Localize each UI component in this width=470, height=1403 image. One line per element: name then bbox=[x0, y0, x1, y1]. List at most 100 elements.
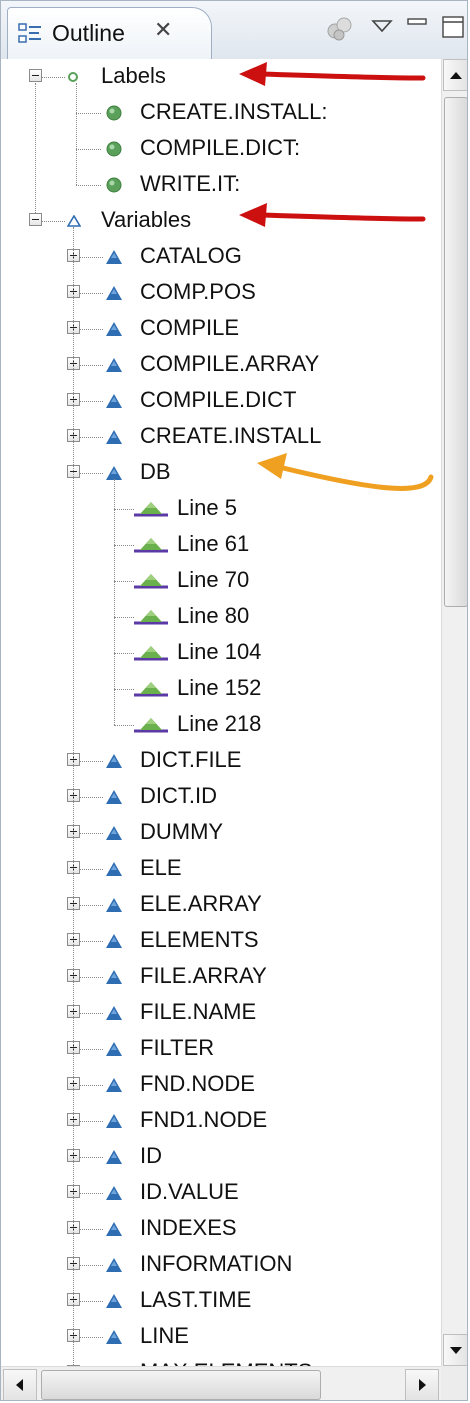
scroll-down-button[interactable] bbox=[443, 1334, 467, 1366]
tree-connector bbox=[80, 905, 103, 906]
minimize-icon[interactable] bbox=[405, 13, 431, 43]
tree-node-variable[interactable]: INDEXES bbox=[1, 1211, 441, 1247]
node-label: ELEMENTS bbox=[140, 927, 259, 952]
tree-node-variable[interactable]: ID bbox=[1, 1139, 441, 1175]
group-label: Variables bbox=[101, 207, 192, 232]
label-node-icon bbox=[106, 141, 122, 157]
node-label: CREATE.INSTALL bbox=[140, 423, 322, 448]
variable-node-icon bbox=[106, 250, 122, 264]
tree-node-variable[interactable]: DICT.ID bbox=[1, 779, 441, 815]
view-tab-bar: Outline ✕ bbox=[1, 1, 467, 60]
tree-node-variable[interactable]: FILE.ARRAY bbox=[1, 959, 441, 995]
variable-node-icon bbox=[106, 1114, 122, 1128]
tree-connector bbox=[114, 545, 134, 546]
label-node-icon bbox=[106, 177, 122, 193]
node-label: ID.VALUE bbox=[140, 1179, 239, 1204]
tree-node-variable[interactable]: LAST.TIME bbox=[1, 1283, 441, 1319]
tree-node-variable[interactable]: ELE bbox=[1, 851, 441, 887]
tab-title: Outline bbox=[52, 20, 125, 46]
tree-connector bbox=[80, 401, 103, 402]
variable-group-icon bbox=[67, 215, 81, 227]
tree-connector bbox=[80, 761, 103, 762]
tree-node-variable[interactable]: MAX.ELEMENTS bbox=[1, 1355, 441, 1366]
node-label: COMPILE.ARRAY bbox=[140, 351, 320, 376]
node-label: MAX.ELEMENTS bbox=[140, 1359, 312, 1366]
outline-view-icon bbox=[18, 23, 41, 43]
node-label: Line 152 bbox=[177, 675, 262, 700]
tree-connector bbox=[76, 149, 101, 150]
tree-node-line-reference[interactable]: Line 104 bbox=[1, 635, 441, 671]
tree-node-line-reference[interactable]: Line 80 bbox=[1, 599, 441, 635]
node-label: WRITE.IT: bbox=[140, 171, 241, 196]
variable-node-icon bbox=[106, 934, 122, 948]
chevron-down-icon bbox=[450, 1347, 462, 1354]
scroll-up-button[interactable] bbox=[443, 59, 467, 91]
tree-node-variable[interactable]: COMPILE bbox=[1, 311, 441, 347]
tree-node-labels[interactable]: Labels bbox=[1, 59, 441, 95]
tree-connector bbox=[76, 113, 101, 114]
tree-node-variable[interactable]: COMPILE.DICT bbox=[1, 383, 441, 419]
tree-node-variable[interactable]: CREATE.INSTALL bbox=[1, 419, 441, 455]
tree-node-label[interactable]: COMPILE.DICT: bbox=[1, 131, 441, 167]
variable-node-icon bbox=[106, 1330, 122, 1344]
tree-node-label[interactable]: CREATE.INSTALL: bbox=[1, 95, 441, 131]
tree-node-variable[interactable]: LINE bbox=[1, 1319, 441, 1355]
line-reference-icon bbox=[134, 574, 168, 589]
tree-node-line-reference[interactable]: Line 61 bbox=[1, 527, 441, 563]
tree-node-variable[interactable]: COMP.POS bbox=[1, 275, 441, 311]
scroll-left-button[interactable] bbox=[3, 1369, 37, 1400]
tree-node-line-reference[interactable]: Line 218 bbox=[1, 707, 441, 743]
vertical-scrollbar[interactable] bbox=[441, 59, 467, 1366]
line-reference-icon bbox=[134, 646, 168, 661]
collapse-icon[interactable] bbox=[29, 213, 42, 226]
tree-node-variable[interactable]: DICT.FILE bbox=[1, 743, 441, 779]
tree-node-line-reference[interactable]: Line 5 bbox=[1, 491, 441, 527]
tree-connector bbox=[80, 257, 103, 258]
tree-node-variable[interactable]: FND.NODE bbox=[1, 1067, 441, 1103]
horizontal-scrollbar[interactable] bbox=[1, 1366, 441, 1400]
tree-node-variable[interactable]: FILTER bbox=[1, 1031, 441, 1067]
chevron-left-icon bbox=[16, 1379, 23, 1391]
horizontal-scroll-thumb[interactable] bbox=[41, 1370, 321, 1400]
node-label: Line 5 bbox=[177, 495, 237, 520]
node-label: COMPILE.DICT bbox=[140, 387, 297, 412]
tab-outline[interactable]: Outline ✕ bbox=[7, 7, 212, 59]
close-icon[interactable]: ✕ bbox=[154, 17, 172, 43]
variable-node-icon bbox=[106, 970, 122, 984]
tree-node-line-reference[interactable]: Line 70 bbox=[1, 563, 441, 599]
node-label: Line 70 bbox=[177, 567, 250, 592]
tree-node-variable[interactable]: COMPILE.ARRAY bbox=[1, 347, 441, 383]
tree-node-variable[interactable]: FILE.NAME bbox=[1, 995, 441, 1031]
vertical-scroll-thumb[interactable] bbox=[444, 97, 467, 607]
tree-connector bbox=[80, 1229, 103, 1230]
variable-node-icon bbox=[106, 1150, 122, 1164]
outline-tree[interactable]: Labels CREATE.INSTALL: COMPILE.DICT: WRITE.… bbox=[1, 59, 441, 1366]
tree-node-variable-expanded[interactable]: DB bbox=[1, 455, 441, 491]
tree-node-variable[interactable]: DUMMY bbox=[1, 815, 441, 851]
view-menu-icon[interactable] bbox=[369, 13, 395, 43]
tree-node-variable[interactable]: ELEMENTS bbox=[1, 923, 441, 959]
tree-node-line-reference[interactable]: Line 152 bbox=[1, 671, 441, 707]
tree-connector bbox=[80, 1013, 103, 1014]
scroll-right-button[interactable] bbox=[405, 1369, 439, 1400]
collapse-icon[interactable] bbox=[29, 69, 42, 82]
tree-connector bbox=[80, 1121, 103, 1122]
node-label: INDEXES bbox=[140, 1215, 237, 1240]
node-label: Line 104 bbox=[177, 639, 262, 664]
line-reference-icon bbox=[134, 610, 168, 625]
tree-node-variable[interactable]: ELE.ARRAY bbox=[1, 887, 441, 923]
maximize-icon[interactable] bbox=[439, 13, 467, 43]
tree-node-variable[interactable]: ID.VALUE bbox=[1, 1175, 441, 1211]
filter-icon[interactable] bbox=[324, 13, 358, 43]
variable-node-icon bbox=[106, 1186, 122, 1200]
tree-node-variable[interactable]: CATALOG bbox=[1, 239, 441, 275]
tree-node-variable[interactable]: INFORMATION bbox=[1, 1247, 441, 1283]
tree-connector bbox=[114, 479, 115, 725]
node-label: DB bbox=[140, 459, 171, 484]
outline-view: Outline ✕ Labels CREATE.INSTALL: COMPILE.D… bbox=[0, 0, 468, 1401]
node-label: DICT.ID bbox=[140, 783, 217, 808]
tree-node-label[interactable]: WRITE.IT: bbox=[1, 167, 441, 203]
tree-node-variable[interactable]: FND1.NODE bbox=[1, 1103, 441, 1139]
tree-node-variables[interactable]: Variables bbox=[1, 203, 441, 239]
variable-node-icon bbox=[106, 394, 122, 408]
